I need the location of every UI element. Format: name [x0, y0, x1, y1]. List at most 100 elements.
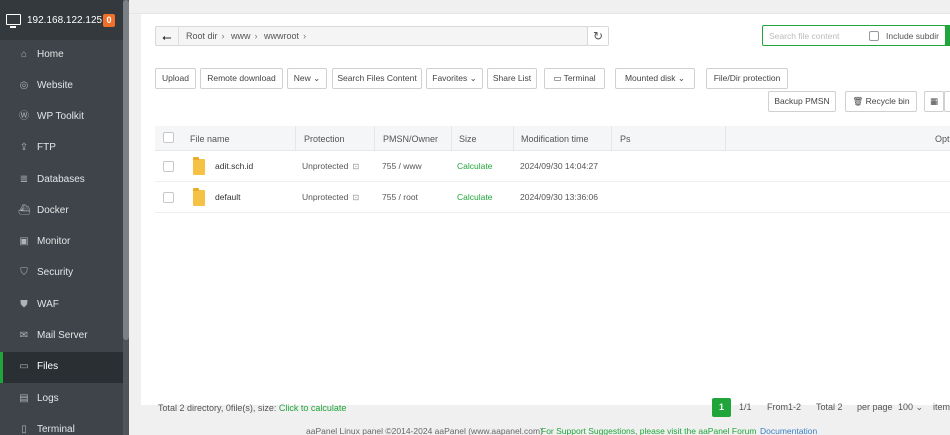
col-pmsn-owner[interactable]: PMSN/Owner [383, 134, 438, 144]
calculate-size-link[interactable]: Calculate [457, 161, 492, 171]
calculate-size-link[interactable]: Calculate [457, 192, 492, 202]
col-opt: Opt [935, 134, 950, 144]
search-input[interactable]: Search file content [769, 31, 839, 41]
backup-pmsn-button[interactable]: Backup PMSN [768, 91, 836, 112]
sidebar-item-label: Databases [37, 174, 85, 185]
path-bar[interactable]: Root dir › www › wwwroot › [155, 26, 588, 46]
col-divider[interactable] [725, 126, 726, 151]
new-dropdown-button[interactable]: New ⌄ [287, 68, 327, 89]
mail-icon: ✉ [19, 330, 29, 341]
documentation-link[interactable]: Documentation [760, 426, 817, 435]
protection-status[interactable]: Unprotected ⊡ [302, 161, 359, 171]
col-divider[interactable] [513, 126, 514, 151]
total-count: Total 2 [816, 402, 843, 412]
sidebar-item-label: Docker [37, 205, 69, 216]
col-file-name[interactable]: File name [190, 134, 230, 144]
terminal-button[interactable]: ▭ Terminal [544, 68, 605, 89]
sidebar-item-terminal[interactable]: ▯ Terminal [0, 415, 123, 435]
file-dir-protection-button[interactable]: File/Dir protection [706, 68, 788, 89]
col-modification-time[interactable]: Modification time [521, 134, 589, 144]
sidebar-item-ftp[interactable]: ⇪ FTP [0, 133, 123, 164]
sidebar-item-wp-toolkit[interactable]: Ⓦ WP Toolkit [0, 102, 123, 133]
protection-label: Unprotected [302, 161, 349, 171]
sidebar-item-docker[interactable]: ⛴ Docker [0, 196, 123, 227]
sidebar-item-databases[interactable]: ≣ Databases [0, 165, 123, 196]
col-divider[interactable] [451, 126, 452, 151]
breadcrumb: Root dir › www › wwwroot › [186, 31, 310, 41]
table-row[interactable]: default Unprotected ⊡ 755 / root Calculat… [155, 182, 950, 213]
recycle-bin-button[interactable]: 🗑 Recycle bin [845, 91, 917, 112]
protection-label: Unprotected [302, 192, 349, 202]
protection-status[interactable]: Unprotected ⊡ [302, 192, 359, 202]
grid-view-button[interactable]: ▦ [924, 91, 944, 112]
file-name[interactable]: default [215, 192, 241, 202]
ftp-icon: ⇪ [19, 142, 29, 153]
breadcrumb-wwwroot[interactable]: wwwroot [264, 31, 299, 41]
per-page-label: per page [857, 402, 893, 412]
sidebar-item-label: Home [37, 49, 64, 60]
server-header[interactable]: 192.168.122.125 0 [0, 0, 123, 40]
remote-download-button[interactable]: Remote download [200, 68, 283, 89]
logs-icon: ▤ [19, 393, 29, 404]
sidebar-item-waf[interactable]: ⛊ WAF [0, 290, 123, 321]
unlock-icon: ⊡ [352, 193, 360, 202]
include-subdir-checkbox[interactable] [869, 31, 879, 41]
chevron-down-icon: ⌄ [677, 73, 686, 83]
table-row[interactable]: adit.sch.id Unprotected ⊡ 755 / www Calcu… [155, 151, 950, 182]
per-page-select[interactable]: 100 ⌄ [898, 398, 923, 417]
chevron-right-icon: › [254, 31, 258, 41]
sidebar-item-monitor[interactable]: ▣ Monitor [0, 227, 123, 258]
select-all-checkbox[interactable] [163, 132, 174, 143]
breadcrumb-www[interactable]: www [231, 31, 251, 41]
col-divider[interactable] [611, 126, 612, 151]
sidebar-scroll-thumb[interactable] [123, 0, 129, 340]
current-page[interactable]: 1 [712, 398, 731, 417]
sidebar-item-security[interactable]: ⛉ Security [0, 258, 123, 289]
row-checkbox[interactable] [163, 192, 174, 203]
calculate-total-link[interactable]: Click to calculate [279, 403, 347, 413]
col-protection[interactable]: Protection [304, 134, 345, 144]
back-button[interactable]: ⭠ [155, 26, 179, 46]
app-window: 192.168.122.125 0 ⌂ Home ◎ Website Ⓦ WP Toolk… [0, 0, 950, 435]
sidebar-item-website[interactable]: ◎ Website [0, 71, 123, 102]
sidebar-item-home[interactable]: ⌂ Home [0, 40, 123, 71]
breadcrumb-root[interactable]: Root dir [186, 31, 218, 41]
search-button[interactable] [945, 25, 950, 46]
sidebar-scrollbar[interactable] [123, 0, 129, 435]
monitor-icon: ▣ [19, 236, 29, 247]
globe-icon: ◎ [19, 80, 29, 91]
waf-icon: ⛊ [20, 299, 28, 310]
col-size[interactable]: Size [459, 134, 477, 144]
sidebar-item-label: Website [37, 80, 73, 91]
list-view-button[interactable] [944, 91, 950, 112]
sidebar-item-logs[interactable]: ▤ Logs [0, 384, 123, 415]
col-ps[interactable]: Ps [620, 134, 631, 144]
share-list-button[interactable]: Share List [487, 68, 537, 89]
file-name[interactable]: adit.sch.id [215, 161, 253, 171]
trash-icon: 🗑 [852, 96, 864, 106]
support-forum-link[interactable]: For Support Suggestions, please visit th… [541, 426, 756, 435]
shield-icon: ⛉ [20, 267, 28, 278]
favorites-dropdown-button[interactable]: Favorites ⌄ [426, 68, 483, 89]
sidebar-item-mail-server[interactable]: ✉ Mail Server [0, 321, 123, 352]
pmsn-owner[interactable]: 755 / root [382, 192, 418, 202]
col-divider[interactable] [295, 126, 296, 151]
favorites-label: Favorites [432, 73, 468, 83]
modification-time: 2024/09/30 13:36:06 [520, 192, 598, 202]
row-checkbox[interactable] [163, 161, 174, 172]
search-content-box[interactable]: Search file content Include subdir [762, 25, 946, 46]
sidebar-item-files[interactable]: ▭ Files [0, 352, 123, 383]
grid-icon: ▦ [929, 96, 939, 106]
upload-button[interactable]: Upload [155, 68, 196, 89]
mounted-disk-dropdown[interactable]: Mounted disk ⌄ [615, 68, 695, 89]
monitor-icon [6, 14, 21, 28]
sidebar-item-label: Monitor [37, 236, 71, 247]
terminal-label: Terminal [563, 73, 596, 83]
search-files-content-button[interactable]: Search Files Content [332, 68, 422, 89]
refresh-button[interactable]: ↻ [587, 26, 609, 46]
notification-badge[interactable]: 0 [103, 14, 115, 27]
chevron-right-icon: › [221, 31, 225, 41]
col-divider[interactable] [374, 126, 375, 151]
pmsn-owner[interactable]: 755 / www [382, 161, 422, 171]
table-header: File name Protection PMSN/Owner Size Mod… [155, 126, 950, 151]
